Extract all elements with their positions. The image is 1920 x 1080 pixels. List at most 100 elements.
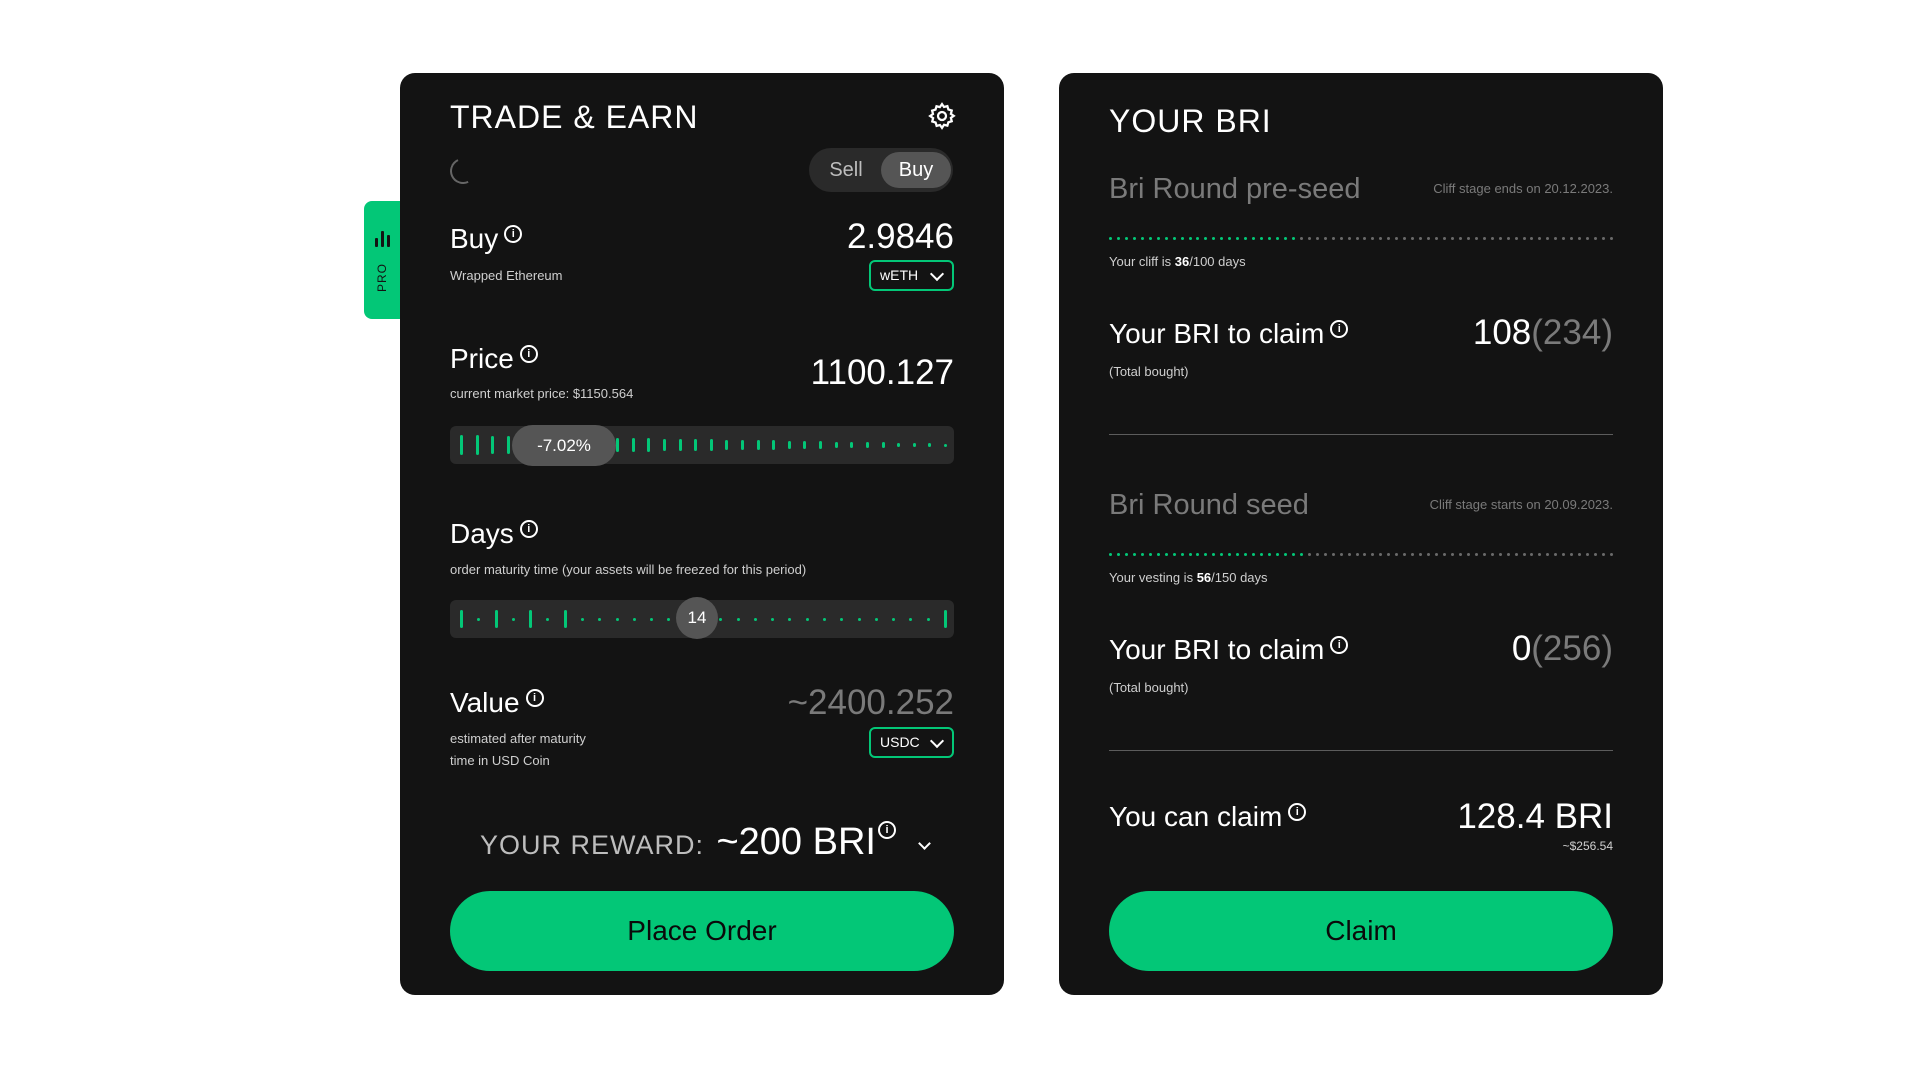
value-subtext-1: estimated after maturity [450, 731, 586, 746]
days-slider-tick [632, 617, 636, 621]
days-slider-tick [511, 617, 515, 621]
price-slider-tick [694, 439, 698, 451]
days-slider-tick [857, 617, 861, 621]
days-slider-tick [823, 617, 826, 621]
buy-amount[interactable]: 2.9846 [700, 217, 954, 257]
divider [1109, 750, 1613, 751]
progress-dot [1411, 553, 1415, 556]
days-slider-tick [598, 617, 602, 621]
buy-token-label: wETH [880, 267, 919, 283]
progress-dot [1276, 553, 1279, 556]
progress-dot [1291, 553, 1295, 556]
price-slider-tick [944, 443, 947, 447]
days-slider-tick [719, 617, 723, 621]
days-subtext: order maturity time (your assets will be… [450, 562, 807, 577]
progress-dot [1331, 553, 1335, 556]
info-icon[interactable]: i [1330, 636, 1349, 654]
info-icon[interactable]: i [525, 689, 544, 707]
price-slider-handle[interactable]: -7.02% [512, 425, 616, 466]
progress-dot [1244, 553, 1248, 556]
progress-dot [1244, 237, 1248, 240]
claim-label: Your BRI to claim [1109, 318, 1325, 349]
cliff-progress-text: Your cliff is 36/100 days [1109, 251, 1246, 273]
price-label-row: Price i [450, 343, 538, 375]
progress-dot [1164, 237, 1168, 240]
value-token-select[interactable]: USDC [869, 727, 954, 758]
price-slider-tick [834, 441, 838, 449]
buy-sell-toggle[interactable]: Sell Buy [809, 148, 953, 192]
price-amount[interactable]: 1100.127 [700, 353, 954, 393]
progress-dot [1339, 553, 1343, 556]
progress-dot [1212, 237, 1216, 240]
progress-dot [1268, 237, 1272, 240]
progress-dot [1188, 553, 1192, 556]
price-slider-tick [678, 438, 682, 452]
price-slider-tick [475, 435, 479, 455]
sell-option[interactable]: Sell [811, 152, 881, 188]
buy-label: Buy [450, 223, 499, 254]
info-icon[interactable]: i [504, 225, 523, 243]
progress-dot [1395, 553, 1399, 556]
progress-dot [1140, 553, 1144, 556]
progress-dot [1148, 553, 1152, 556]
progress-dot [1419, 237, 1423, 240]
info-icon[interactable]: i [877, 821, 896, 839]
progress-dot [1435, 553, 1439, 556]
progress-dot [1196, 553, 1200, 556]
progress-dot [1458, 553, 1462, 556]
pro-tab[interactable]: PRO [364, 201, 400, 319]
progress-dot [1538, 237, 1542, 240]
divider [1109, 434, 1613, 435]
progress-dot [1220, 553, 1224, 556]
days-slider-tick [494, 610, 498, 628]
price-slider-tick [725, 439, 729, 451]
buy-option[interactable]: Buy [881, 152, 951, 188]
claim-label-row: Your BRI to claim i [1109, 318, 1349, 350]
claim-amount: 0(256) [1359, 629, 1613, 669]
claim-button[interactable]: Claim [1109, 891, 1613, 971]
progress-dot [1260, 237, 1264, 240]
progress-dot [1204, 553, 1208, 556]
progress-dot [1379, 553, 1383, 556]
progress-dot [1299, 553, 1303, 556]
progress-dot [1180, 553, 1184, 556]
price-slider-tick [460, 435, 463, 455]
progress-dot [1132, 237, 1136, 240]
price-slider-tick [709, 439, 713, 451]
place-order-button[interactable]: Place Order [450, 891, 954, 971]
reward-row[interactable]: YOUR REWARD: ~200 BRI i [480, 821, 940, 864]
days-slider-tick [909, 617, 913, 621]
price-slider-tick [662, 438, 666, 452]
price-slider-tick [756, 440, 760, 450]
days-slider-tick [546, 617, 550, 621]
price-slider-tick [928, 443, 932, 447]
progress-dot [1538, 553, 1542, 556]
info-icon[interactable]: i [519, 520, 538, 538]
progress-dot [1490, 237, 1494, 240]
loading-spinner-icon [446, 154, 480, 188]
info-icon[interactable]: i [519, 345, 538, 363]
chevron-down-icon[interactable] [918, 837, 932, 851]
progress-dot [1482, 237, 1486, 240]
progress-dot [1363, 237, 1367, 240]
days-slider-tick [805, 617, 809, 621]
days-slider-tick [944, 610, 947, 628]
you-can-claim-row: You can claim i [1109, 801, 1307, 833]
progress-dot [1498, 553, 1502, 556]
progress-prefix: Your vesting is [1109, 570, 1197, 585]
progress-dot [1355, 553, 1359, 556]
price-slider-tick [850, 441, 854, 449]
progress-dot [1339, 237, 1343, 240]
days-label: Days [450, 518, 514, 549]
you-can-claim-usd: ~$256.54 [1562, 839, 1613, 853]
settings-gear-icon[interactable] [927, 101, 957, 131]
buy-token-select[interactable]: wETH [869, 260, 954, 291]
info-icon[interactable]: i [1288, 803, 1307, 821]
progress-dot [1252, 237, 1256, 240]
progress-dot [1156, 237, 1160, 240]
progress-dot [1124, 237, 1128, 240]
progress-dot [1586, 553, 1590, 556]
price-slider-tick [912, 442, 916, 448]
days-slider-handle[interactable]: 14 [676, 597, 718, 639]
info-icon[interactable]: i [1330, 320, 1349, 338]
